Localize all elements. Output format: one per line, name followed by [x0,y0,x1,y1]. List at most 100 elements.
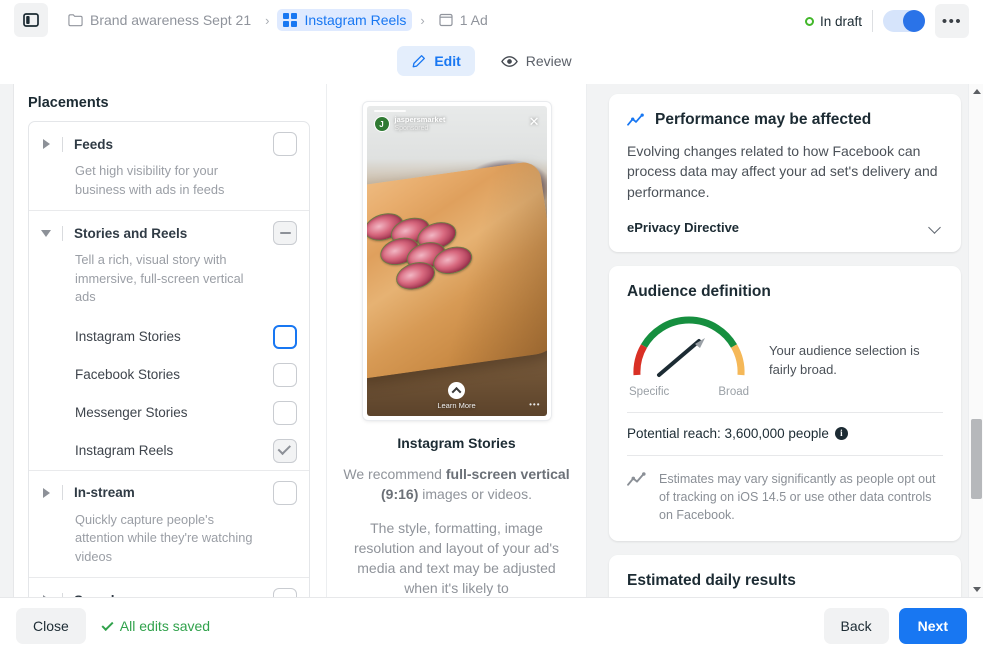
placement-row[interactable]: Stories and Reels [29,211,309,249]
chevron-up-icon [448,382,465,399]
placement-checkbox-facebook-stories[interactable] [273,362,297,387]
audience-card-title: Audience definition [627,282,771,300]
placement-sub-label: Facebook Stories [75,367,181,383]
bottom-action-bar: Close All edits saved Back Next [0,597,983,654]
placement-checkbox-instagram-reels[interactable] [273,438,297,463]
back-button[interactable]: Back [823,608,889,644]
toggle-knob [903,10,925,32]
placement-row[interactable]: In-stream [29,471,309,509]
gauge-label-broad: Broad [718,385,749,398]
insights-scrollbar[interactable] [968,84,983,597]
placement-sub-label: Instagram Reels [75,443,174,459]
tab-review[interactable]: Review [487,46,586,76]
estimated-daily-results-title: Estimated daily results [627,572,796,590]
placement-subrow-messenger-stories[interactable]: Messenger Stories [29,394,309,432]
placement-group-stories-and-reels: Stories and Reels Tell a rich, visual st… [29,211,309,471]
scrollbar-thumb[interactable] [971,419,982,499]
preview-title: Instagram Stories [397,435,516,451]
ad-active-toggle[interactable] [883,10,925,32]
placement-group-label: In-stream [74,485,135,501]
breadcrumb-item-ad[interactable]: 1 Ad [433,9,494,31]
placement-sub-label: Messenger Stories [75,405,188,421]
trend-chart-icon [627,472,646,486]
check-icon [101,618,114,631]
gauge-dial-icon [633,316,745,377]
preview-paragraph-1: We recommend full-screen vertical (9:16)… [327,464,586,505]
placements-title: Placements [28,95,109,111]
divider [627,454,943,456]
placement-checkbox-search[interactable] [273,588,297,597]
breadcrumb-label-ad: 1 Ad [459,12,488,28]
breadcrumb-label-adset: Instagram Reels [304,12,407,28]
placement-row[interactable]: Feeds [29,122,309,160]
save-status-label: All edits saved [119,618,211,634]
audience-note: Your audience selection is fairly broad. [769,342,920,378]
chevron-down-icon[interactable] [39,229,53,237]
tab-edit-label: Edit [434,53,461,69]
placement-subrow-facebook-stories[interactable]: Facebook Stories [29,356,309,394]
chevron-right-icon[interactable] [39,139,53,149]
next-button[interactable]: Next [898,608,967,644]
placement-checkbox-feeds[interactable] [273,132,297,156]
dots-horizontal-icon[interactable]: ••• [529,400,540,409]
breadcrumb-separator: › [265,12,270,28]
placement-checkbox-messenger-stories[interactable] [273,400,297,425]
placement-group-label: Stories and Reels [74,225,188,241]
estimates-disclaimer: Estimates may vary significantly as peop… [627,470,943,524]
placement-subrow-instagram-stories[interactable]: Instagram Stories [29,318,309,356]
save-status: All edits saved [101,618,211,634]
story-cta[interactable]: Learn More [367,382,547,410]
close-x-icon[interactable]: ✕ [529,115,540,128]
audience-gauge: Specific Broad [627,313,751,398]
estimates-disclaimer-text: Estimates may vary significantly as peop… [659,471,936,523]
story-cta-label: Learn More [437,401,476,410]
performance-card-header: Performance may be affected [627,111,943,129]
gauge-label-specific: Specific [629,385,670,398]
story-header: J jaspersmarket Sponsored ✕ [367,106,547,133]
scroll-down-arrow-icon[interactable] [973,587,981,592]
status-dot-icon [804,16,814,26]
chevron-right-icon[interactable] [39,487,53,498]
view-mode-tabs: Edit Review [0,42,983,80]
main-body: Placements Feeds Get high visibility for… [0,84,983,597]
story-ad-creative[interactable]: J jaspersmarket Sponsored ✕ Learn More •… [366,106,547,416]
divider [627,411,943,413]
ad-preview-panel: J jaspersmarket Sponsored ✕ Learn More •… [326,84,587,597]
story-sponsored-label: Sponsored [394,124,429,132]
ad-card-icon [439,13,453,27]
pencil-icon [412,54,426,67]
placement-subrow-instagram-reels[interactable]: Instagram Reels [29,432,309,470]
eprivacy-directive-row[interactable]: ePrivacy Directive [627,220,943,235]
avatar[interactable]: J [373,116,390,132]
placement-checkbox-instagram-stories[interactable] [273,324,297,349]
more-options-button[interactable]: ••• [935,4,969,38]
grid-squares-icon [283,13,298,27]
phone-preview-wrap: J jaspersmarket Sponsored ✕ Learn More •… [327,84,586,420]
left-gutter [0,84,14,597]
status-label: In draft [819,13,862,29]
placement-group-in-stream: In-stream Quickly capture people's atten… [29,471,309,579]
eye-icon [500,55,518,67]
breadcrumb-item-campaign[interactable]: Brand awareness Sept 21 [62,9,257,31]
performance-card-body: Evolving changes related to how Facebook… [627,143,938,200]
tab-review-label: Review [525,53,572,69]
placement-checkbox-stories-and-reels[interactable] [273,221,297,246]
eprivacy-directive-label: ePrivacy Directive [627,219,740,235]
top-bar: Brand awareness Sept 21 › Instagram Reel… [0,0,983,40]
placement-checkbox-in-stream[interactable] [273,480,297,505]
placement-group-description: Tell a rich, visual story with immersive… [75,252,244,305]
panel-layout-icon[interactable] [14,3,48,37]
row-divider [62,225,63,241]
scroll-up-arrow-icon[interactable] [973,89,981,94]
placement-group-label: Feeds [74,136,114,152]
breadcrumb-label-campaign: Brand awareness Sept 21 [90,12,252,28]
placements-list: Feeds Get high visibility for your busin… [28,121,310,597]
info-icon[interactable]: i [834,426,848,440]
row-divider [62,136,63,152]
placement-row[interactable]: Search [29,578,309,597]
close-button[interactable]: Close [16,608,86,644]
breadcrumb-item-adset[interactable]: Instagram Reels [277,9,413,31]
tab-edit[interactable]: Edit [397,46,475,76]
breadcrumb-separator-2: › [420,12,425,28]
phone-frame: J jaspersmarket Sponsored ✕ Learn More •… [362,102,551,420]
